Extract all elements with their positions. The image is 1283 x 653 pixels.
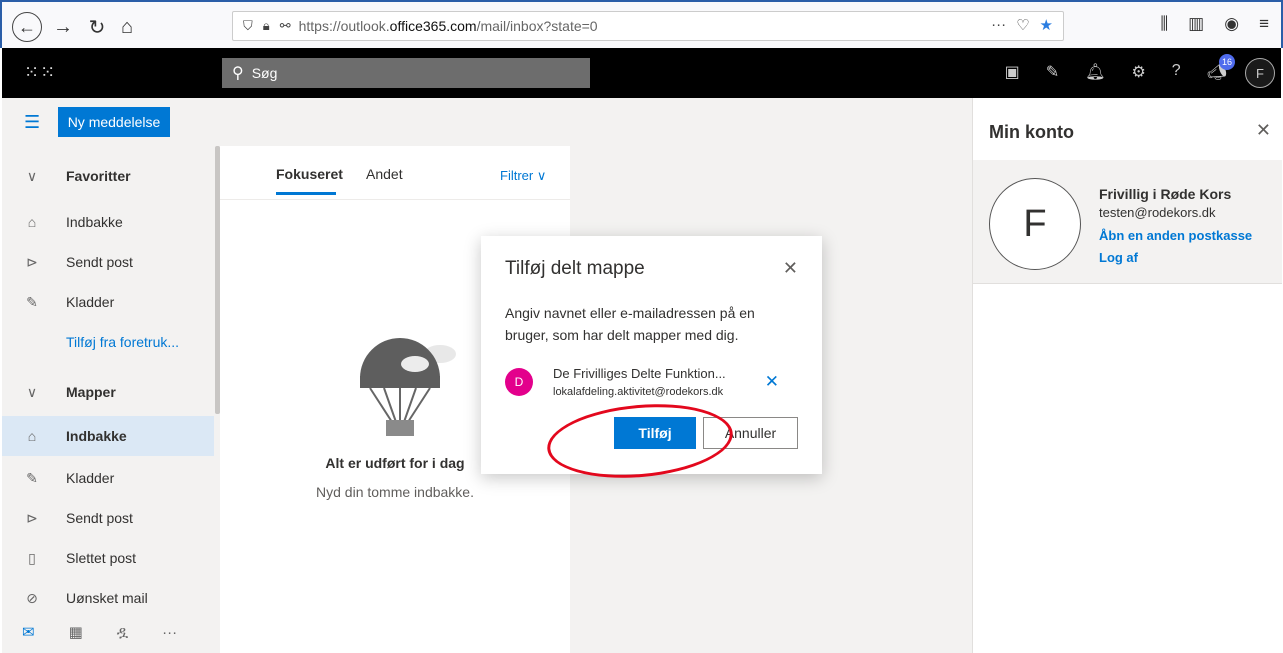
avatar: F — [989, 178, 1081, 270]
message-list-header: Fokuseret Andet Filtrer ∨ — [220, 146, 570, 200]
account-panel: Min konto ✕ F Frivillig i Røde Kors test… — [972, 98, 1282, 653]
open-another-mailbox-link[interactable]: Åbn en anden postkasse — [1099, 228, 1252, 243]
pencil-icon: ✎ — [26, 293, 38, 310]
account-panel-title: Min konto — [989, 122, 1074, 142]
sign-out-link[interactable]: Log af — [1099, 250, 1138, 265]
close-icon[interactable]: ✕ — [783, 258, 798, 279]
nav-item-inbox[interactable]: ⌂ Indbakke — [2, 416, 214, 456]
bell-icon[interactable]: 🔔︎ — [1085, 62, 1105, 82]
dialog-description: Angiv navnet eller e-mailadressen på en … — [505, 305, 755, 343]
search-icon: ⚲ — [232, 65, 244, 82]
notification-badge: 16 — [1219, 54, 1235, 70]
menu-icon[interactable]: ≡ — [1259, 14, 1269, 34]
blocked-icon: ⊘ — [26, 589, 38, 606]
close-icon[interactable]: ✕ — [1256, 120, 1271, 141]
account-name: Frivillig i Røde Kors — [1099, 186, 1232, 202]
reload-icon[interactable]: ↻ — [86, 16, 108, 39]
page-actions-icon[interactable]: ··· — [991, 16, 1006, 34]
account-icon[interactable]: ◉ — [1224, 14, 1239, 34]
folders-header[interactable]: ∨ Mapper — [2, 372, 214, 412]
empty-state-subtitle: Nyd din tomme indbakke. — [316, 484, 474, 500]
pencil-icon: ✎ — [26, 469, 38, 486]
search-input[interactable]: ⚲ Søg — [222, 58, 590, 88]
nav-item-favorite-inbox[interactable]: ⌂ Indbakke — [2, 202, 214, 242]
new-message-button[interactable]: Ny meddelelse — [58, 107, 170, 137]
search-placeholder: Søg — [251, 65, 278, 81]
dialog-title: Tilføj delt mappe — [505, 258, 645, 279]
tab-other[interactable]: Andet — [366, 166, 403, 182]
add-favorite-link[interactable]: Tilføj fra foretruk... — [2, 322, 214, 362]
people-icon[interactable]: ዷ — [117, 624, 128, 641]
selected-person: D De Frivilliges Delte Funktion... lokal… — [505, 366, 805, 406]
lock-icon: 🔒︎ — [262, 18, 270, 33]
nav-item-drafts[interactable]: ✎ Kladder — [2, 458, 214, 498]
send-icon: ⊳ — [26, 509, 38, 526]
whats-new-icon[interactable]: 📣︎ 16 — [1207, 54, 1235, 82]
account-email: testen@rodekors.dk — [1099, 205, 1216, 220]
hamburger-icon[interactable]: ☰ — [24, 112, 40, 133]
tasks-icon[interactable]: ✎ — [1046, 62, 1059, 82]
inbox-icon: ⌂ — [27, 214, 37, 230]
person-email: lokalafdeling.aktivitet@rodekors.dk — [553, 386, 724, 398]
avatar[interactable]: F — [1245, 58, 1275, 88]
chevron-down-icon: ∨ — [26, 167, 38, 184]
add-button[interactable]: Tilføj — [614, 417, 696, 449]
filter-button[interactable]: Filtrer ∨ — [500, 168, 546, 184]
chevron-down-icon: ∨ — [26, 383, 38, 400]
folder-pane: ∨ Favoritter ⌂ Indbakke ⊳ Sendt post ✎ K… — [2, 146, 220, 611]
command-bar: ☰ Ny meddelelse — [2, 98, 972, 146]
mail-icon[interactable]: ✉ — [22, 623, 35, 641]
nav-item-favorite-drafts[interactable]: ✎ Kladder — [2, 282, 214, 322]
calendar-icon[interactable]: ▦ — [69, 623, 83, 641]
forward-arrow-icon[interactable]: → — [52, 16, 74, 38]
app-launcher-icon[interactable]: ⁙⁙ — [24, 62, 56, 83]
nav-item-favorite-sent[interactable]: ⊳ Sendt post — [2, 242, 214, 282]
sidebar-icon[interactable]: ▥ — [1188, 14, 1204, 34]
inbox-icon: ⌂ — [27, 428, 37, 444]
address-bar[interactable]: ⛉ 🔒︎ ⚯ https://outlook.office365.com/mai… — [232, 11, 1064, 41]
send-icon: ⊳ — [26, 253, 38, 270]
library-icon[interactable]: ⫼ — [1160, 14, 1168, 34]
cancel-button[interactable]: Annuller — [703, 417, 798, 449]
add-shared-folder-dialog: Tilføj delt mappe ✕ Angiv navnet eller e… — [481, 236, 822, 474]
account-card: F Frivillig i Røde Kors testen@rodekors.… — [973, 160, 1282, 284]
module-switcher: ✉ ▦ ዷ ··· — [2, 611, 220, 653]
pocket-icon[interactable]: ♡ — [1016, 16, 1029, 34]
chevron-down-icon: ∨ — [536, 168, 547, 183]
home-icon[interactable]: ⌂ — [116, 16, 138, 38]
permissions-icon[interactable]: ⚯ — [280, 18, 291, 34]
gear-icon[interactable]: ⚙ — [1131, 62, 1145, 82]
bookmark-star-icon[interactable]: ★ — [1040, 16, 1053, 34]
nav-item-deleted[interactable]: ▯ Slettet post — [2, 538, 214, 578]
remove-person-icon[interactable]: ✕ — [765, 372, 779, 392]
favorites-header[interactable]: ∨ Favoritter — [2, 156, 214, 196]
person-name: De Frivilliges Delte Funktion... — [553, 366, 726, 381]
avatar: D — [505, 368, 533, 396]
office-app-bar: ⁙⁙ ⚲ Søg ▣ ✎ 🔔︎ ⚙ ? 📣︎ 16 F — [2, 48, 1281, 98]
hot-air-balloon-illustration — [360, 338, 456, 436]
help-icon[interactable]: ? — [1172, 62, 1181, 82]
back-arrow-icon[interactable]: ← — [12, 12, 42, 42]
more-apps-icon[interactable]: ··· — [162, 624, 177, 641]
tab-underline — [276, 192, 336, 195]
skype-icon[interactable]: ▣ — [1005, 62, 1020, 82]
tab-focused[interactable]: Fokuseret — [276, 166, 343, 182]
browser-toolbar: ← → ↻ ⌂ ⛉ 🔒︎ ⚯ https://outlook.office365… — [0, 0, 1283, 48]
trash-icon: ▯ — [28, 549, 36, 566]
nav-item-sent[interactable]: ⊳ Sendt post — [2, 498, 214, 538]
shield-icon: ⛉ — [243, 18, 253, 33]
url-text: https://outlook.office365.com/mail/inbox… — [298, 18, 598, 34]
